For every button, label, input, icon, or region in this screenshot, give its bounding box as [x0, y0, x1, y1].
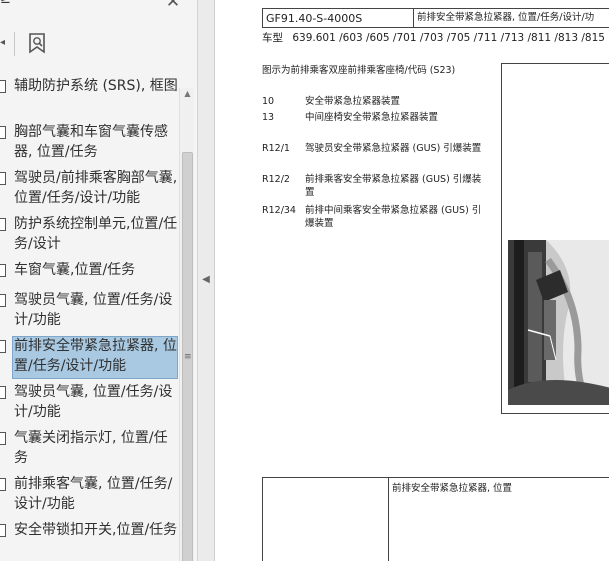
legend-code: 13	[262, 112, 275, 123]
bookmark-item[interactable]: 前排安全带紧急拉紧器, 位置/任务/设计/功能	[0, 336, 179, 382]
bookmarks-panel: ≥ ✕ ◂ 辅助防护系统 (SRS), 框图胸部气囊和车窗气囊传感器, 位置/任…	[0, 0, 198, 561]
bookmark-tree: 辅助防护系统 (SRS), 框图胸部气囊和车窗气囊传感器, 位置/任务 驾驶员/前…	[0, 76, 179, 561]
scrollbar-thumb[interactable]: ≡	[182, 152, 193, 561]
bookmark-item[interactable]: 辅助防护系统 (SRS), 框图	[0, 76, 179, 122]
scroll-up-icon[interactable]: ▲	[183, 90, 192, 98]
bookmark-item[interactable]: 防护系统控制单元,位置/任务/设计	[0, 214, 179, 260]
document-code: GF91.40-S-4000S	[266, 12, 363, 25]
toolbar-divider	[14, 32, 15, 56]
bookmark-item[interactable]: 气囊关闭指示灯, 位置/任务	[0, 428, 179, 474]
bookmark-page-icon	[0, 218, 6, 231]
model-values: 639.601 /603 /605 /701 /703 /705 /711 /7…	[292, 32, 605, 44]
legend-code: R12/1	[262, 143, 290, 154]
bookmark-label: 前排安全带紧急拉紧器, 位置/任务/设计/功能	[14, 338, 177, 374]
legend-text: 前排乘客安全带紧急拉紧器 (GUS) 引爆装置	[305, 174, 482, 198]
bottom-table: 前排安全带紧急拉紧器, 位置	[262, 477, 609, 561]
bookmark-page-icon	[0, 386, 6, 399]
grip-icon: ≡	[184, 352, 192, 362]
bookmark-page-icon	[0, 524, 6, 537]
bookmark-label: 驾驶员气囊, 位置/任务/设计/功能	[14, 292, 173, 328]
bookmark-label: 驾驶员/前排乘客胸部气囊, 位置/任务/设计/功能	[14, 170, 178, 206]
legend-text: 安全带紧急拉紧器装置	[305, 96, 401, 107]
bookmark-label: 胸部气囊和车窗气囊传感器, 位置/任务	[14, 124, 168, 160]
document-page: GF91.40-S-4000S 前排安全带紧急拉紧器, 位置/任务/设计/功 车…	[216, 0, 609, 561]
bookmark-page-icon	[0, 432, 6, 445]
collapse-arrow-icon[interactable]: ◀	[201, 273, 211, 287]
bookmark-page-icon	[0, 264, 6, 277]
legend-code: R12/34	[262, 205, 296, 216]
bookmark-label: 驾驶员气囊, 位置/任务/设计/功能	[14, 384, 173, 420]
header-table: GF91.40-S-4000S 前排安全带紧急拉紧器, 位置/任务/设计/功	[262, 8, 609, 28]
bookmark-page-icon	[0, 126, 6, 139]
legend-code: R12/2	[262, 174, 290, 185]
bookmark-page-icon	[0, 294, 6, 307]
bookmark-label: 车窗气囊,位置/任务	[14, 262, 136, 278]
bookmark-label: 前排乘客气囊, 位置/任务/设计/功能	[14, 476, 173, 512]
panel-title: ≥	[0, 0, 11, 7]
figure-frame	[501, 63, 609, 414]
bottom-table-title: 前排安全带紧急拉紧器, 位置	[392, 483, 513, 494]
bookmark-item[interactable]: 胸部气囊和车窗气囊传感器, 位置/任务	[0, 122, 179, 168]
bookmark-label: 辅助防护系统 (SRS), 框图	[14, 78, 178, 94]
legend-row: R12/1 驾驶员安全带紧急拉紧器 (GUS) 引爆装置	[262, 142, 492, 172]
bookmarks-toolbar: ◂	[0, 26, 197, 62]
legend-code: 10	[262, 96, 275, 107]
legend-row: R12/2 前排乘客安全带紧急拉紧器 (GUS) 引爆装置	[262, 173, 492, 203]
bookmark-label: 安全带锁扣开关,位置/任务	[14, 522, 178, 538]
table-divider	[413, 9, 414, 27]
bookmark-search-icon[interactable]	[26, 32, 50, 56]
legend-text: 驾驶员安全带紧急拉紧器 (GUS) 引爆装置	[305, 143, 482, 154]
seatbelt-photo	[508, 240, 609, 405]
bookmark-item[interactable]: 安全带锁扣开关,位置/任务	[0, 520, 179, 561]
figure-caption: 图示为前排乘客双座前排乘客座椅/代码 (S23)	[262, 65, 456, 76]
scrollbar[interactable]: ▲ ≡	[179, 88, 194, 561]
bookmark-item[interactable]: 前排乘客气囊, 位置/任务/设计/功能	[0, 474, 179, 520]
legend-row: R12/34 前排中间乘客安全带紧急拉紧器 (GUS) 引爆装置	[262, 204, 492, 234]
bookmark-page-icon	[0, 80, 6, 93]
caret-left-icon[interactable]: ◂	[0, 36, 8, 50]
document-header-title: 前排安全带紧急拉紧器, 位置/任务/设计/功	[417, 12, 595, 23]
bookmark-page-icon	[0, 340, 6, 353]
bookmark-label: 气囊关闭指示灯, 位置/任务	[14, 430, 168, 466]
bookmark-page-icon	[0, 478, 6, 491]
bookmark-item[interactable]: 驾驶员气囊, 位置/任务/设计/功能	[0, 290, 179, 336]
model-label: 车型	[262, 32, 283, 44]
vehicle-model-line: 车型 639.601 /603 /605 /701 /703 /705 /711…	[262, 30, 605, 46]
bookmark-page-icon	[0, 172, 6, 185]
bookmark-item[interactable]: 驾驶员气囊, 位置/任务/设计/功能	[0, 382, 179, 428]
legend-row: 13 中间座椅安全带紧急拉紧器装置	[262, 111, 492, 141]
panel-splitter[interactable]: ◀	[198, 0, 215, 561]
legend-text: 前排中间乘客安全带紧急拉紧器 (GUS) 引爆装置	[305, 205, 482, 229]
close-icon[interactable]: ✕	[163, 0, 183, 11]
bookmark-item[interactable]: 车窗气囊,位置/任务	[0, 260, 179, 290]
panel-header: ≥ ✕	[0, 0, 197, 14]
bookmark-label: 防护系统控制单元,位置/任务/设计	[14, 216, 178, 252]
legend-text: 中间座椅安全带紧急拉紧器装置	[305, 112, 439, 123]
bookmark-item[interactable]: 驾驶员/前排乘客胸部气囊, 位置/任务/设计/功能	[0, 168, 179, 214]
table-divider	[388, 478, 389, 561]
